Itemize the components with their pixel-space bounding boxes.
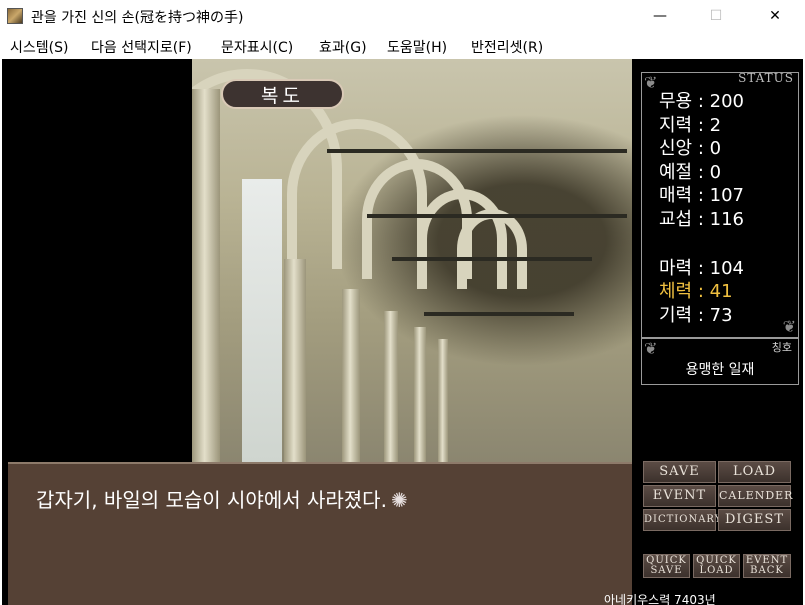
dictionary-button[interactable]: DICTIONARY [643, 509, 721, 531]
stat-martial: 무용 : 200 [659, 91, 744, 112]
save-button[interactable]: SAVE [643, 461, 716, 483]
corridor-background [192, 59, 632, 462]
stat-negotiation: 교섭 : 116 [659, 209, 744, 230]
menu-bar: 시스템(S) 다음 선택지로(F) 문자표시(C) 효과(G) 도움말(H) 반… [0, 33, 805, 59]
menu-text-display[interactable]: 문자표시(C) [221, 37, 293, 57]
quick-save-label-2: SAVE [650, 565, 683, 576]
status-title: STATUS [738, 71, 794, 85]
quick-load-label-2: LOAD [699, 565, 734, 576]
dialog-box[interactable]: 갑자기, 바일의 모습이 시야에서 사라졌다. ✺ [8, 462, 632, 605]
stat-faith: 신앙 : 0 [659, 138, 722, 159]
menu-reset[interactable]: 반전리셋(R) [471, 37, 543, 57]
pillar [284, 259, 306, 462]
rank-value: 용맹한 일재 [685, 362, 755, 378]
title-bar: 관을 가진 신의 손(冠を持つ神の手) — ☐ ✕ [0, 0, 805, 33]
ceiling-beam [424, 312, 574, 316]
pillar [384, 311, 398, 462]
window-title: 관을 가진 신의 손(冠を持つ神の手) [31, 10, 244, 26]
dialog-text: 갑자기, 바일의 모습이 시야에서 사라졌다. ✺ [36, 484, 408, 513]
event-button[interactable]: EVENT [643, 485, 716, 507]
pillar [192, 89, 220, 462]
minimize-button[interactable]: — [637, 0, 683, 33]
digest-button[interactable]: DIGEST [718, 509, 791, 531]
location-label: 복도 [221, 79, 344, 109]
load-button[interactable]: LOAD [718, 461, 791, 483]
ceiling-beam [367, 214, 627, 218]
game-canvas[interactable]: 복도 ❦ ❦ STATUS 무용 : 200 지력 : 2 신앙 : 0 예절 … [2, 59, 803, 605]
text-advance-icon: ✺ [390, 488, 408, 512]
rank-title: 칭호 [771, 341, 792, 354]
status-panel: ❦ ❦ STATUS 무용 : 200 지력 : 2 신앙 : 0 예절 : 0… [641, 71, 799, 338]
menu-system[interactable]: 시스템(S) [10, 37, 68, 57]
maximize-button[interactable]: ☐ [693, 0, 739, 33]
stat-charm: 매력 : 107 [659, 185, 744, 206]
ceiling-beam [327, 149, 627, 153]
stat-stamina: 체력 : 41 [659, 281, 733, 302]
event-back-button[interactable]: EVENT BACK [743, 554, 791, 578]
app-icon [7, 8, 23, 24]
quick-load-button[interactable]: QUICK LOAD [693, 554, 740, 578]
close-button[interactable]: ✕ [752, 0, 798, 33]
arch [457, 209, 527, 289]
menu-effects[interactable]: 효과(G) [319, 37, 367, 57]
menu-help[interactable]: 도움말(H) [387, 37, 447, 57]
calender-button[interactable]: CALENDER [718, 485, 792, 507]
dialog-line: 갑자기, 바일의 모습이 시야에서 사라졌다. [36, 488, 387, 512]
menu-next-choice[interactable]: 다음 선택지로(F) [91, 37, 192, 57]
ornament-icon: ❦ [644, 339, 658, 358]
stat-energy: 기력 : 73 [659, 305, 733, 326]
ornament-icon: ❦ [644, 73, 658, 92]
pillar [342, 289, 360, 462]
pillar [438, 339, 448, 462]
ceiling-beam [392, 257, 592, 261]
ornament-icon: ❦ [782, 317, 796, 336]
quick-save-button[interactable]: QUICK SAVE [643, 554, 690, 578]
event-back-label-2: BACK [750, 565, 784, 576]
rank-panel: ❦ 칭호 용맹한 일재 [641, 338, 799, 385]
calendar-date: 아네키우스력 7403년 [604, 593, 716, 605]
pillar [414, 327, 426, 462]
